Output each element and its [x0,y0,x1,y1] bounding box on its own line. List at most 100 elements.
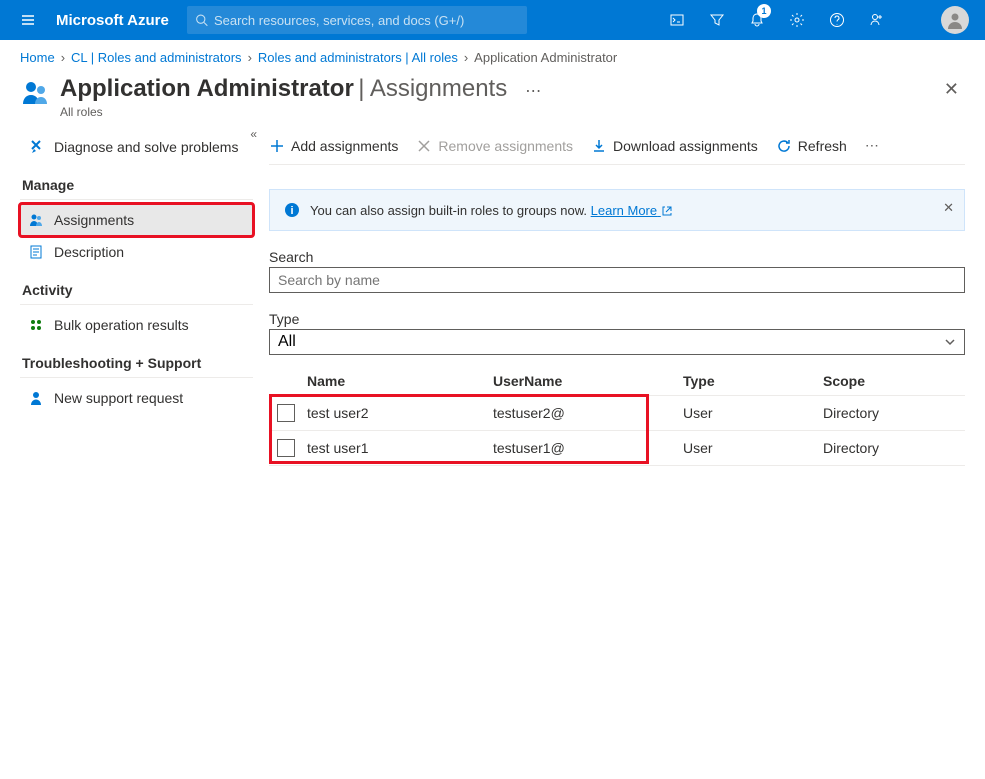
gear-icon [789,12,805,28]
collapse-sidebar-button[interactable]: « [250,127,257,141]
search-icon [195,13,208,27]
chevron-down-icon [944,336,956,348]
breadcrumb: Home › CL | Roles and administrators › R… [0,40,985,71]
topbar: Microsoft Azure 1 [0,0,985,40]
page-title: Application Administrator [60,75,354,102]
page-section: | Assignments [358,75,507,102]
refresh-icon [776,138,792,154]
search-input[interactable] [214,13,519,28]
sidebar-item-label: Bulk operation results [54,317,189,333]
cloud-shell-button[interactable] [657,0,697,40]
info-banner: i You can also assign built-in roles to … [269,189,965,231]
role-icon [20,77,52,109]
cell-username: testuser1@ [493,440,565,456]
plus-icon [269,138,285,154]
remove-assignments-button: Remove assignments [416,138,573,154]
header-more-button[interactable]: ⋯ [525,75,541,101]
table-row[interactable]: test user1 testuser1@ User Directory [269,431,965,466]
sidebar-item-diagnose[interactable]: Diagnose and solve problems [20,131,253,163]
filter-icon [709,12,725,28]
add-assignments-button[interactable]: Add assignments [269,138,398,154]
cell-name: test user2 [307,405,368,421]
assignments-icon [28,212,44,228]
refresh-button[interactable]: Refresh [776,138,847,154]
sidebar-item-description[interactable]: Description [20,236,253,268]
close-blade-button[interactable]: ✕ [944,75,959,100]
breadcrumb-current: Application Administrator [474,50,617,65]
sidebar-item-label: Assignments [54,212,134,228]
cell-type: User [683,440,713,456]
breadcrumb-separator: › [248,50,252,65]
search-label: Search [269,249,965,265]
toolbar: Add assignments Remove assignments Downl… [269,131,965,165]
sidebar-item-label: New support request [54,390,183,406]
settings-button[interactable] [777,0,817,40]
brand-label[interactable]: Microsoft Azure [48,12,187,29]
sidebar-section-activity: Activity [20,268,253,305]
type-select-value: All [278,333,296,351]
page-subtitle: All roles [60,105,507,119]
toolbar-label: Download assignments [613,138,758,154]
sidebar-item-assignments[interactable]: Assignments [20,204,253,236]
sidebar-section-troubleshoot: Troubleshooting + Support [20,341,253,378]
sidebar: « Diagnose and solve problems Manage Ass… [0,131,265,466]
col-scope[interactable]: Scope [823,373,965,389]
hamburger-icon [20,12,36,28]
table-body: test user2 testuser2@ User Directory tes… [269,396,965,466]
type-select[interactable]: All [269,329,965,355]
breadcrumb-roles[interactable]: CL | Roles and administrators [71,50,242,65]
breadcrumb-separator: › [61,50,65,65]
avatar-icon [945,10,965,30]
download-icon [591,138,607,154]
type-label: Type [269,311,965,327]
sidebar-item-support[interactable]: New support request [20,382,253,414]
notification-badge: 1 [757,4,771,18]
description-icon [28,244,44,260]
main-panel: Add assignments Remove assignments Downl… [265,131,985,466]
row-checkbox[interactable] [277,439,295,457]
cell-scope: Directory [823,440,879,456]
feedback-icon [869,12,885,28]
directories-button[interactable] [697,0,737,40]
toolbar-label: Add assignments [291,138,398,154]
svg-text:i: i [290,205,293,217]
banner-close-button[interactable]: ✕ [943,200,954,216]
toolbar-more-button[interactable]: ⋯ [865,137,879,154]
sidebar-section-manage: Manage [20,163,253,200]
cloud-shell-icon [669,12,685,28]
cell-username: testuser2@ [493,405,565,421]
banner-text: You can also assign built-in roles to gr… [310,203,673,218]
sidebar-item-label: Diagnose and solve problems [54,139,238,155]
page-header: Application Administrator | Assignments … [0,71,985,131]
sidebar-item-bulk[interactable]: Bulk operation results [20,309,253,341]
toolbar-label: Remove assignments [438,138,573,154]
breadcrumb-separator: › [464,50,468,65]
diagnose-icon [28,139,44,155]
remove-icon [416,138,432,154]
support-icon [28,390,44,406]
row-checkbox[interactable] [277,404,295,422]
col-username[interactable]: UserName [493,373,683,389]
table-header: Name UserName Type Scope [269,367,965,396]
col-type[interactable]: Type [683,373,823,389]
download-assignments-button[interactable]: Download assignments [591,138,758,154]
assignments-table: Name UserName Type Scope test user2 test… [269,367,965,466]
table-row[interactable]: test user2 testuser2@ User Directory [269,396,965,431]
help-button[interactable] [817,0,857,40]
notifications-button[interactable]: 1 [737,0,777,40]
col-name[interactable]: Name [303,373,493,389]
account-avatar[interactable] [941,6,969,34]
name-search-input[interactable] [269,267,965,293]
info-icon: i [284,202,300,218]
bulk-icon [28,317,44,333]
hamburger-menu[interactable] [8,12,48,28]
feedback-button[interactable] [857,0,897,40]
breadcrumb-home[interactable]: Home [20,50,55,65]
global-search[interactable] [187,6,527,34]
cell-type: User [683,405,713,421]
breadcrumb-allroles[interactable]: Roles and administrators | All roles [258,50,458,65]
cell-name: test user1 [307,440,368,456]
banner-link[interactable]: Learn More [591,203,673,218]
external-link-icon [661,205,673,217]
topbar-right: 1 [657,0,977,40]
